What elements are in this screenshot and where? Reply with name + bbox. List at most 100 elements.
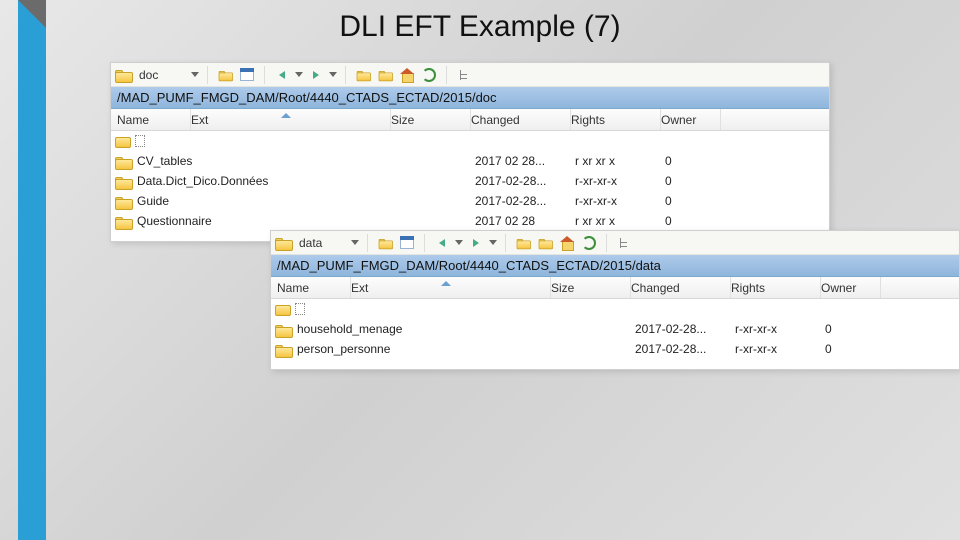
folder-icon — [357, 69, 370, 79]
refresh-button[interactable] — [420, 66, 438, 84]
header-ext[interactable]: Ext — [351, 277, 551, 298]
toolbar-separator — [446, 66, 447, 84]
nav-back-button[interactable] — [433, 234, 451, 252]
list-item[interactable]: Guide 2017-02-28... r-xr-xr-x 0 — [111, 191, 829, 211]
parent-dir-row[interactable] — [111, 131, 829, 151]
current-dir-label: doc — [135, 68, 187, 82]
list-item[interactable]: CV_tables 2017 02 28... r xr xr x 0 — [111, 151, 829, 171]
file-owner: 0 — [665, 174, 725, 188]
file-rights: r-xr-xr-x — [575, 174, 665, 188]
nav-back-history-icon[interactable] — [455, 240, 463, 245]
open-folder-icon — [219, 69, 232, 79]
folder-icon — [115, 175, 131, 188]
selection-placeholder-icon — [135, 135, 145, 147]
file-changed: 2017-02-28... — [635, 342, 735, 356]
column-headers: Name Ext Size Changed Rights Owner — [271, 277, 959, 299]
list-item[interactable]: Data.Dict_Dico.Données 2017-02-28... r-x… — [111, 171, 829, 191]
nav-forward-history-icon[interactable] — [329, 72, 337, 77]
path-text: /MAD_PUMF_FMGD_DAM/Root/4440_CTADS_ECTAD… — [277, 258, 661, 273]
header-size[interactable]: Size — [551, 277, 631, 298]
header-changed[interactable]: Changed — [631, 277, 731, 298]
tree-view-button[interactable] — [615, 234, 633, 252]
file-owner: 0 — [825, 322, 885, 336]
folder-icon — [115, 155, 131, 168]
header-ext[interactable]: Ext — [191, 109, 391, 130]
file-rights: r-xr-xr-x — [735, 322, 825, 336]
header-rights[interactable]: Rights — [731, 277, 821, 298]
home-button[interactable] — [398, 66, 416, 84]
refresh-icon — [422, 68, 436, 82]
nav-forward-history-icon[interactable] — [489, 240, 497, 245]
file-browser-doc: doc /MAD_PUMF_FMGD_DAM/Root/4440_CTADS_E… — [110, 62, 830, 242]
list-item[interactable]: person_personne 2017-02-28... r-xr-xr-x … — [271, 339, 959, 359]
selection-placeholder-icon — [295, 303, 305, 315]
toolbar-separator — [505, 234, 506, 252]
filter-icon — [240, 68, 254, 81]
root-folder-button[interactable] — [376, 66, 394, 84]
list-item[interactable]: Questionnaire 2017 02 28 r xr xr x 0 — [111, 211, 829, 231]
header-rights[interactable]: Rights — [571, 109, 661, 130]
file-name: household_menage — [297, 322, 402, 336]
arrow-right-icon — [313, 71, 319, 79]
nav-back-history-icon[interactable] — [295, 72, 303, 77]
home-button[interactable] — [558, 234, 576, 252]
root-folder-button[interactable] — [536, 234, 554, 252]
filter-button[interactable] — [238, 66, 256, 84]
file-name: CV_tables — [137, 154, 192, 168]
sort-asc-icon — [281, 113, 291, 118]
filter-button[interactable] — [398, 234, 416, 252]
folder-icon — [517, 237, 530, 247]
folder-icon — [275, 236, 291, 249]
header-owner[interactable]: Owner — [821, 277, 881, 298]
path-text: /MAD_PUMF_FMGD_DAM/Root/4440_CTADS_ECTAD… — [117, 90, 497, 105]
file-owner: 0 — [825, 342, 885, 356]
nav-forward-button[interactable] — [307, 66, 325, 84]
path-bar[interactable]: /MAD_PUMF_FMGD_DAM/Root/4440_CTADS_ECTAD… — [271, 255, 959, 277]
header-size[interactable]: Size — [391, 109, 471, 130]
header-owner[interactable]: Owner — [661, 109, 721, 130]
tree-view-button[interactable] — [455, 66, 473, 84]
sort-asc-icon — [441, 281, 451, 286]
path-bar[interactable]: /MAD_PUMF_FMGD_DAM/Root/4440_CTADS_ECTAD… — [111, 87, 829, 109]
file-changed: 2017-02-28... — [475, 194, 575, 208]
header-name[interactable]: Name — [271, 277, 351, 298]
toolbar-separator — [345, 66, 346, 84]
arrow-left-icon — [279, 71, 285, 79]
slide-accent-bar — [18, 0, 46, 540]
current-dir-label: data — [295, 236, 347, 250]
header-name[interactable]: Name — [111, 109, 191, 130]
file-name: Guide — [137, 194, 169, 208]
up-folder-icon — [115, 135, 129, 147]
refresh-icon — [582, 236, 596, 250]
file-name: Data.Dict_Dico.Données — [137, 174, 268, 188]
parent-dir-row[interactable] — [271, 299, 959, 319]
folder-icon — [275, 323, 291, 336]
file-rights: r xr xr x — [575, 154, 665, 168]
dir-dropdown-icon[interactable] — [191, 72, 199, 77]
parent-folder-button[interactable] — [514, 234, 532, 252]
up-folder-icon — [275, 303, 289, 315]
nav-forward-button[interactable] — [467, 234, 485, 252]
tree-icon — [457, 68, 471, 82]
toolbar-separator — [606, 234, 607, 252]
toolbar-separator — [264, 66, 265, 84]
open-folder-button[interactable] — [216, 66, 234, 84]
list-item[interactable]: household_menage 2017-02-28... r-xr-xr-x… — [271, 319, 959, 339]
open-folder-button[interactable] — [376, 234, 394, 252]
open-folder-icon — [379, 237, 392, 247]
header-changed[interactable]: Changed — [471, 109, 571, 130]
refresh-button[interactable] — [580, 234, 598, 252]
column-headers: Name Ext Size Changed Rights Owner — [111, 109, 829, 131]
nav-back-button[interactable] — [273, 66, 291, 84]
folder-icon — [115, 195, 131, 208]
file-changed: 2017 02 28 — [475, 214, 575, 228]
arrow-left-icon — [439, 239, 445, 247]
arrow-right-icon — [473, 239, 479, 247]
folder-icon — [275, 343, 291, 356]
parent-folder-button[interactable] — [354, 66, 372, 84]
file-rights: r-xr-xr-x — [575, 194, 665, 208]
file-owner: 0 — [665, 214, 725, 228]
dir-dropdown-icon[interactable] — [351, 240, 359, 245]
folder-icon — [539, 237, 552, 247]
file-name: person_personne — [297, 342, 390, 356]
